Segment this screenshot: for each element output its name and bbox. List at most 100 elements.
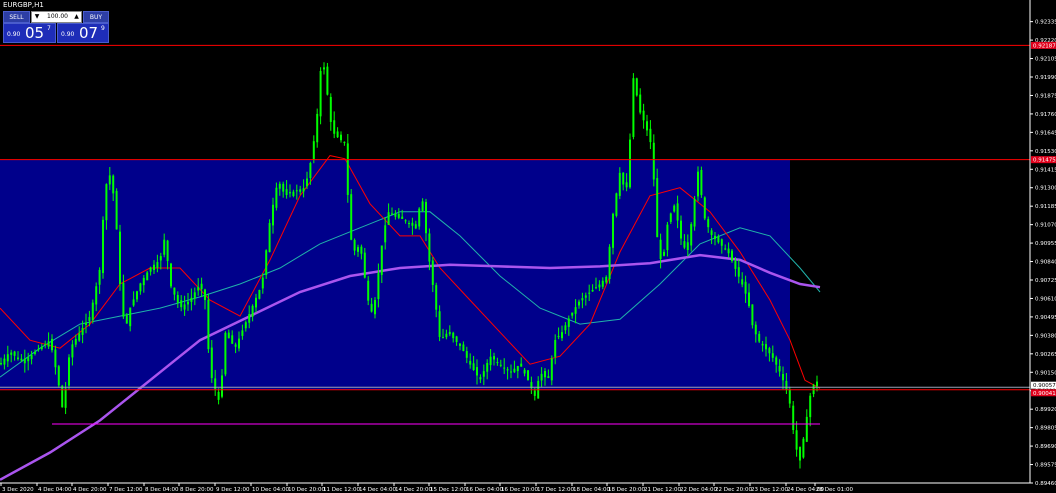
candle (125, 313, 128, 324)
candle (343, 141, 346, 146)
candle (207, 293, 210, 353)
price-tick-label: 0.90265 (1035, 352, 1056, 358)
candle (265, 249, 268, 279)
price-tick-label: 0.92105 (1035, 57, 1056, 63)
lot-value[interactable]: 100.00 (42, 12, 73, 22)
time-tick-label: 15 Dec 12:00 (430, 487, 467, 493)
candle (326, 62, 329, 96)
candle (608, 244, 611, 284)
svg-text:0.92187: 0.92187 (1033, 43, 1056, 49)
candle (812, 383, 815, 398)
candle (615, 192, 618, 218)
time-tick-label: 10 Dec 04:00 (252, 487, 289, 493)
candle (312, 135, 315, 164)
time-tick-label: 23 Dec 12:00 (751, 487, 788, 493)
price-tick-label: 0.90380 (1035, 333, 1056, 339)
candle (61, 384, 64, 408)
candle (751, 304, 754, 329)
candle (115, 188, 118, 230)
time-tick-label: 21 Dec 12:00 (644, 487, 681, 493)
price-chart[interactable]: 0.923350.922200.921050.919900.918750.917… (0, 0, 1056, 493)
price-tick-label: 0.89805 (1035, 426, 1056, 432)
candle (646, 114, 648, 136)
lot-increase-icon[interactable]: ▲ (73, 12, 80, 22)
time-tick-label: 16 Dec 04:00 (466, 487, 503, 493)
time-tick-label: 14 Dec 04:00 (359, 487, 396, 493)
time-tick-label: 8 Dec 04:00 (145, 487, 179, 493)
sell-button[interactable]: SELL (3, 11, 30, 23)
candle (224, 331, 227, 377)
buy-price-box[interactable]: 0.90 07 9 (57, 23, 109, 43)
sell-price-point: 7 (47, 25, 51, 32)
buy-price-prefix: 0.90 (61, 31, 75, 38)
price-tick-label: 0.91645 (1035, 130, 1056, 136)
zone-layer (0, 159, 790, 390)
price-tick-label: 0.91415 (1035, 167, 1056, 173)
price-tick-label: 0.91760 (1035, 112, 1056, 118)
candle (700, 166, 703, 198)
time-tick-label: 28 Dec 01:00 (816, 487, 853, 493)
buy-button[interactable]: BUY (83, 11, 109, 23)
sell-price-box[interactable]: 0.90 05 7 (3, 23, 56, 43)
candle (217, 388, 220, 405)
time-tick-label: 4 Dec 20:00 (73, 487, 107, 493)
candle (346, 133, 349, 203)
time-tick-label: 11 Dec 12:00 (323, 487, 360, 493)
price-tick-label: 0.90150 (1035, 370, 1056, 376)
candle (703, 196, 706, 221)
candle (57, 364, 60, 388)
candle (635, 77, 638, 97)
price-tick-label: 0.90840 (1035, 260, 1056, 266)
time-tick-label: 18 Dec 20:00 (608, 487, 645, 493)
sell-price-prefix: 0.90 (7, 31, 21, 38)
candle (639, 88, 642, 115)
time-tick-label: 18 Dec 04:00 (573, 487, 610, 493)
candle (731, 248, 733, 263)
supply-demand-zone[interactable] (0, 159, 790, 390)
candle (68, 354, 70, 390)
candle (418, 207, 421, 230)
time-tick-label: 16 Dec 20:00 (501, 487, 538, 493)
price-tick-label: 0.91185 (1035, 204, 1056, 210)
price-tick-label: 0.89575 (1035, 463, 1056, 469)
price-tick-label: 0.91990 (1035, 75, 1056, 81)
candle (629, 133, 631, 189)
candle (102, 216, 104, 279)
price-tick-label: 0.89920 (1035, 407, 1056, 413)
price-tick-label: 0.90610 (1035, 296, 1056, 302)
price-label: 0.91475 (1031, 156, 1056, 164)
time-tick-label: 7 Dec 12:00 (109, 487, 143, 493)
candle (329, 93, 332, 131)
price-tick-label: 0.90495 (1035, 315, 1056, 321)
time-tick-label: 4 Dec 04:00 (38, 487, 72, 493)
price-label: 0.90041 (1031, 389, 1056, 397)
time-tick-label: 9 Dec 12:00 (216, 487, 250, 493)
candle (649, 120, 652, 150)
candle (527, 370, 529, 381)
candle (323, 62, 325, 75)
svg-text:0.90057: 0.90057 (1033, 383, 1056, 389)
candle (642, 103, 645, 129)
lot-decrease-icon[interactable]: ▼ (33, 12, 41, 22)
chart-title: EURGBP,H1 (3, 1, 44, 9)
price-label: 0.90057 (1031, 381, 1056, 389)
price-tick-label: 0.90955 (1035, 241, 1056, 247)
candle (319, 67, 322, 125)
svg-text:0.91475: 0.91475 (1033, 158, 1056, 164)
time-tick-label: 8 Dec 20:00 (180, 487, 214, 493)
buy-price-main: 07 (79, 24, 99, 42)
price-tick-label: 0.92335 (1035, 20, 1056, 26)
candle (792, 400, 795, 434)
candle (809, 392, 812, 427)
candle (336, 127, 339, 139)
lot-size-field[interactable]: ▼ 100.00 ▲ (31, 11, 82, 23)
price-tick-label: 0.90725 (1035, 278, 1056, 284)
candle (799, 446, 801, 469)
candle (119, 224, 121, 291)
candle (693, 195, 696, 231)
candle (632, 73, 635, 140)
candle (795, 421, 798, 457)
price-tick-label: 0.91875 (1035, 93, 1056, 99)
time-tick-label: 22 Dec 20:00 (715, 487, 752, 493)
candle (656, 168, 659, 238)
